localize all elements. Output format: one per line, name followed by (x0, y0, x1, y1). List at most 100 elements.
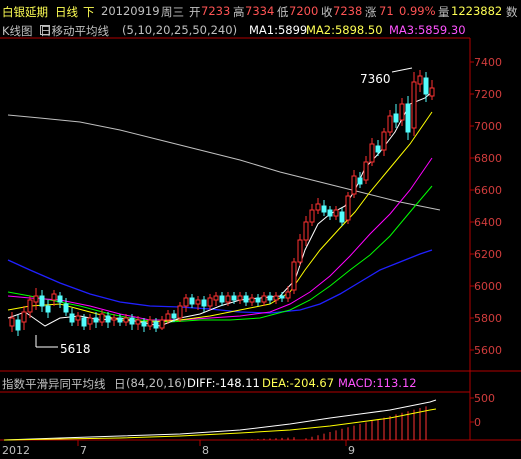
macd-name[interactable]: 指数平滑异同平均线 (2, 376, 106, 392)
price-tick-label: 5800 (474, 312, 502, 325)
candle-body (147, 319, 153, 327)
max-price-pointer (391, 67, 413, 73)
candle-body (57, 295, 63, 303)
candle-body (105, 315, 111, 323)
candle-body (375, 145, 381, 153)
candle-body (177, 305, 183, 319)
candle-body (309, 209, 315, 223)
candle-body (99, 313, 105, 323)
time-axis-ticks (77, 440, 347, 446)
candle-body (249, 297, 255, 303)
candles (9, 70, 435, 336)
candle-body (141, 321, 147, 327)
price-axis-ticks (470, 61, 474, 423)
macd-tick-label: 500 (474, 392, 495, 405)
price-tick-label: 6200 (474, 248, 502, 261)
price-tick-label: 6800 (474, 152, 502, 165)
price-tick-label: 6000 (474, 280, 502, 293)
candle-body (261, 295, 267, 303)
macd-value: MACD:113.12 (338, 376, 417, 390)
candle-body (417, 75, 423, 85)
price-tick-label: 7400 (474, 56, 502, 69)
candle-body (345, 195, 351, 221)
candle-body (333, 209, 339, 217)
candle-body (123, 317, 129, 323)
candle-body (213, 295, 219, 301)
macd-tick-label: 0 (474, 416, 481, 429)
candle-body (273, 295, 279, 301)
candle-body (297, 239, 303, 263)
candle-body (27, 299, 33, 313)
candle-body (339, 211, 345, 223)
time-tick-label: 9 (348, 444, 355, 457)
candle-body (201, 299, 207, 307)
macd-diff-value: DIFF:-148.11 (187, 376, 260, 390)
candle-body (285, 291, 291, 299)
candle-body (111, 317, 117, 321)
candle-body (39, 295, 45, 307)
candle-body (291, 261, 297, 291)
macd-dea-line (3, 408, 437, 441)
candle-body (243, 295, 249, 303)
candle-body (189, 297, 195, 305)
time-tick-label: 8 (202, 444, 209, 457)
candle-body (93, 317, 99, 323)
ma10-line (7, 111, 433, 323)
candle-body (267, 295, 273, 301)
candle-body (357, 177, 363, 185)
price-tick-label: 6400 (474, 216, 502, 229)
macd-params: (84,20,16) (126, 376, 187, 390)
candle-body (255, 297, 261, 303)
candle-body (81, 317, 87, 327)
candle-body (411, 81, 417, 129)
candle-body (51, 293, 57, 301)
candle-body (207, 297, 213, 307)
candle-body (381, 131, 387, 151)
candle-body (405, 103, 411, 133)
macd-dea-value: DEA:-204.67 (262, 376, 335, 390)
candle-body (33, 295, 39, 303)
max-price-label: 7360 (360, 72, 391, 86)
candle-body (387, 115, 393, 133)
candle-body (429, 87, 435, 97)
candle-body (351, 175, 357, 195)
candle-body (231, 295, 237, 301)
candle-body (15, 319, 21, 331)
ma50-line (7, 249, 433, 314)
candle-body (9, 317, 15, 327)
candle-body (279, 295, 285, 299)
candle-body (159, 319, 165, 329)
time-tick-label: 7 (80, 444, 87, 457)
candle-body (315, 203, 321, 211)
candle-body (303, 221, 309, 241)
candle-body (393, 113, 399, 123)
candle-body (363, 161, 369, 181)
candle-body (21, 311, 27, 323)
candle-body (225, 295, 231, 303)
candle-body (63, 303, 69, 313)
candle-body (87, 317, 93, 325)
candle-body (171, 313, 177, 319)
ma5-line (7, 91, 433, 327)
candle-body (75, 315, 81, 321)
price-tick-label: 7200 (474, 88, 502, 101)
candle-body (195, 299, 201, 305)
candle-body (423, 77, 429, 95)
min-price-label: 5618 (60, 342, 91, 356)
candle-body (369, 143, 375, 163)
candle-body (321, 205, 327, 213)
candle-body (327, 209, 333, 217)
macd-toggle-label[interactable]: 日 (114, 376, 126, 392)
candle-body (237, 295, 243, 301)
candle-body (69, 313, 75, 323)
candle-body (153, 321, 159, 329)
candle-body (183, 297, 189, 307)
ma240-line (7, 114, 441, 211)
candle-body (165, 313, 171, 321)
time-tick-label: 2012 (2, 444, 30, 457)
price-tick-label: 6600 (474, 184, 502, 197)
candle-body (399, 103, 405, 121)
candle-body (117, 317, 123, 323)
price-tick-label: 5600 (474, 344, 502, 357)
candle-body (129, 317, 135, 325)
